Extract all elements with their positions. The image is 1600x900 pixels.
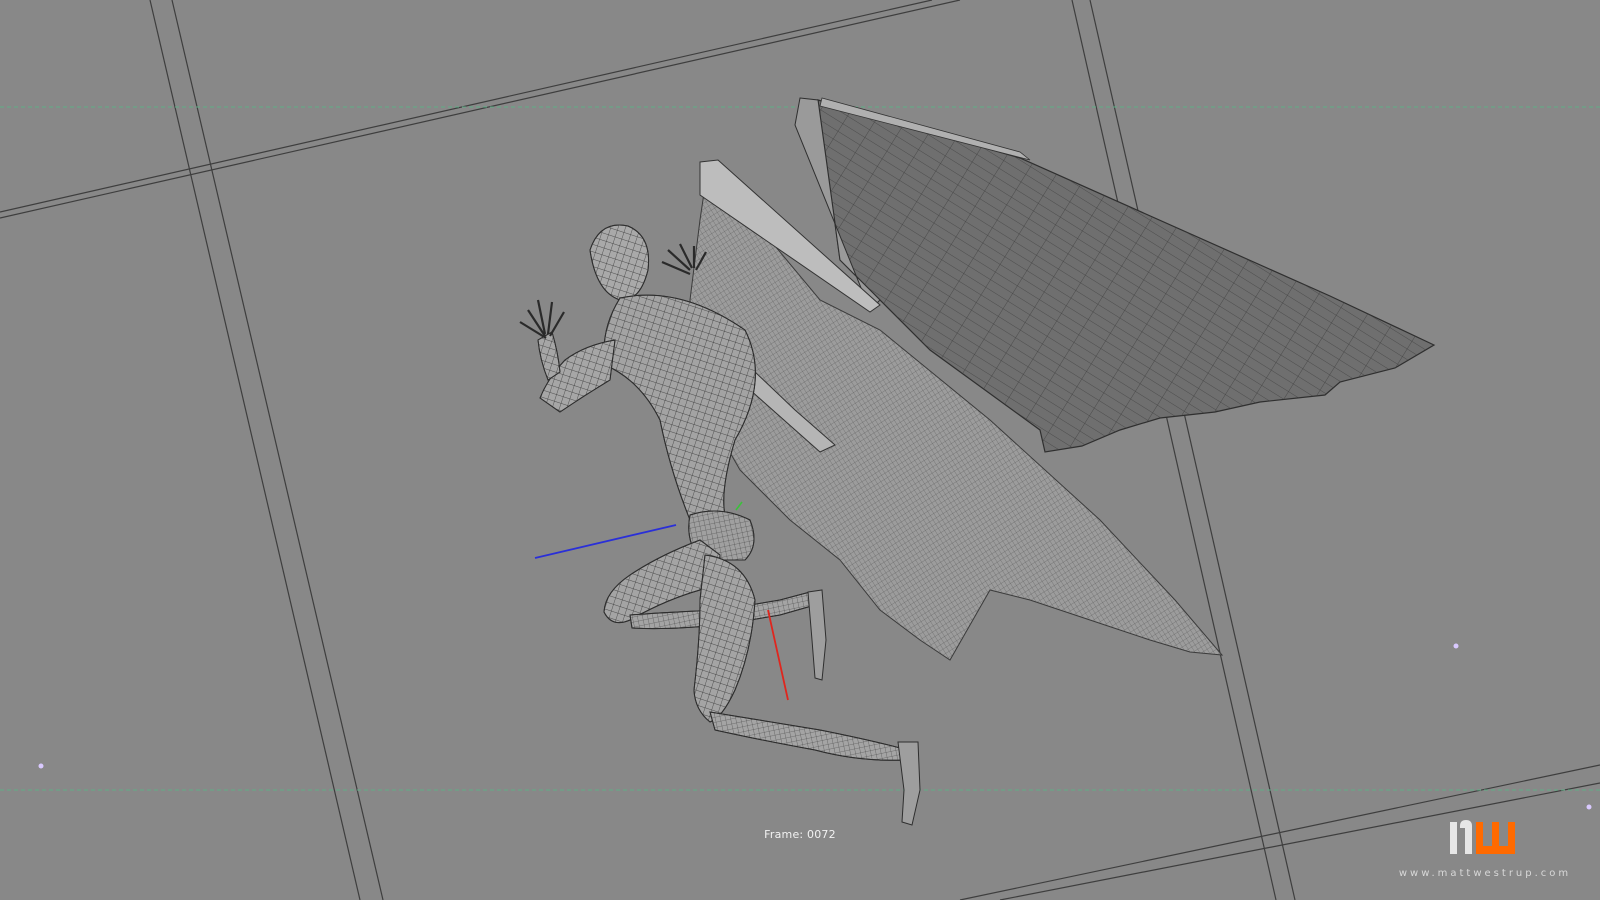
watermark: www.mattwestrup.com <box>1390 812 1600 892</box>
frame-counter: Frame: 0072 <box>764 828 836 841</box>
mw-logo <box>1450 820 1515 854</box>
gizmo-y-axis[interactable] <box>735 501 743 511</box>
gizmo-x-axis[interactable] <box>767 609 789 701</box>
gizmo-z-axis[interactable] <box>534 524 677 559</box>
scene-canvas[interactable] <box>0 0 1600 900</box>
3d-viewport[interactable]: Frame: 0072 www.mattwestrup.com <box>0 0 1600 900</box>
watermark-url: www.mattwestrup.com <box>1398 868 1572 879</box>
